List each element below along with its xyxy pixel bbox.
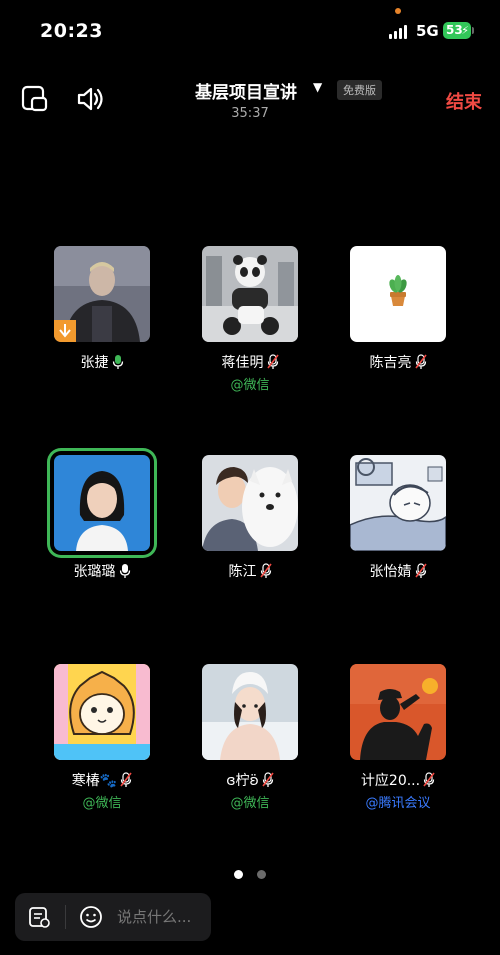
participant-source: @微信 xyxy=(230,378,270,393)
participant-name-5: 陈江 xyxy=(175,561,325,581)
participant-name-label: 张捷 xyxy=(80,355,109,371)
member-list-icon[interactable] xyxy=(28,906,50,928)
mic-muted-icon xyxy=(423,772,435,787)
emoji-icon[interactable] xyxy=(79,905,103,929)
mic-muted-icon xyxy=(120,772,132,787)
page-dot[interactable] xyxy=(257,870,266,879)
participant-name-label: ɞ柠ʚ̈ xyxy=(226,773,259,789)
avatar xyxy=(54,455,150,551)
participant-tile-1[interactable] xyxy=(54,246,150,342)
battery-level: 53 xyxy=(446,23,463,37)
avatar xyxy=(350,246,446,342)
participant-tile-4[interactable] xyxy=(54,455,150,551)
status-time: 20:23 xyxy=(40,20,103,42)
participant-tile-3[interactable] xyxy=(350,246,446,342)
participant-name-label: 陈吉亮 xyxy=(369,355,412,371)
avatar xyxy=(202,664,298,760)
participant-name-label: 计应20... xyxy=(360,773,421,789)
page-dot-active[interactable] xyxy=(234,870,243,879)
participant-name-7: 寒椿🐾 xyxy=(27,770,177,790)
participant-name-8: ɞ柠ʚ̈ xyxy=(175,770,325,790)
participant-name-6: 张怡婧 xyxy=(323,561,473,581)
battery-nub xyxy=(472,27,474,34)
divider xyxy=(65,905,66,929)
participant-source: @微信 xyxy=(82,796,122,811)
participant-source: @微信 xyxy=(230,796,270,811)
participant-tile-2[interactable] xyxy=(202,246,298,342)
meeting-title[interactable]: 基层项目宣讲 xyxy=(195,78,297,103)
participant-name-label: 张怡婧 xyxy=(369,564,412,580)
charging-icon: ⚡ xyxy=(461,24,469,37)
participant-name-label: 张璐璐 xyxy=(73,564,116,580)
participant-tile-9[interactable] xyxy=(350,664,446,760)
battery-icon: 53 ⚡ xyxy=(443,22,471,39)
mic-muted-icon xyxy=(259,563,272,578)
participant-name-4: 张璐璐 xyxy=(27,561,177,581)
participant-name-1: 张捷 xyxy=(27,352,177,372)
signal-icon xyxy=(389,24,411,39)
mic-muted-icon xyxy=(414,354,427,369)
end-meeting-button[interactable]: 结束 xyxy=(446,88,482,114)
participant-name-9: 计应20... xyxy=(323,770,473,790)
participant-name-2: 蒋佳明 xyxy=(175,352,325,372)
avatar xyxy=(202,455,298,551)
mic-muted-icon xyxy=(266,354,279,369)
participant-source: @腾讯会议 xyxy=(365,796,431,811)
chat-bar: 说点什么... xyxy=(15,893,211,941)
participant-name-3: 陈吉亮 xyxy=(323,352,473,372)
meeting-timer: 35:37 xyxy=(231,106,269,121)
mic-on-icon xyxy=(119,564,130,578)
avatar xyxy=(202,246,298,342)
participant-tile-5[interactable] xyxy=(202,455,298,551)
mic-on-icon xyxy=(112,355,123,369)
avatar xyxy=(54,246,150,342)
recording-indicator-dot xyxy=(395,8,401,14)
avatar xyxy=(54,664,150,760)
avatar xyxy=(350,664,446,760)
participant-tile-7[interactable] xyxy=(54,664,150,760)
participant-name-label: 蒋佳明 xyxy=(221,355,264,371)
avatar xyxy=(350,455,446,551)
participant-tile-6[interactable] xyxy=(350,455,446,551)
plan-badge: 免费版 xyxy=(337,80,382,100)
mic-muted-icon xyxy=(262,772,274,787)
participant-name-label: 寒椿🐾 xyxy=(71,773,118,789)
dropdown-caret-icon[interactable]: ▼ xyxy=(313,80,322,94)
participant-tile-8[interactable] xyxy=(202,664,298,760)
mic-muted-icon xyxy=(414,563,427,578)
network-type: 5G xyxy=(416,22,439,40)
chat-input[interactable]: 说点什么... xyxy=(117,906,191,927)
participant-name-label: 陈江 xyxy=(228,564,257,580)
